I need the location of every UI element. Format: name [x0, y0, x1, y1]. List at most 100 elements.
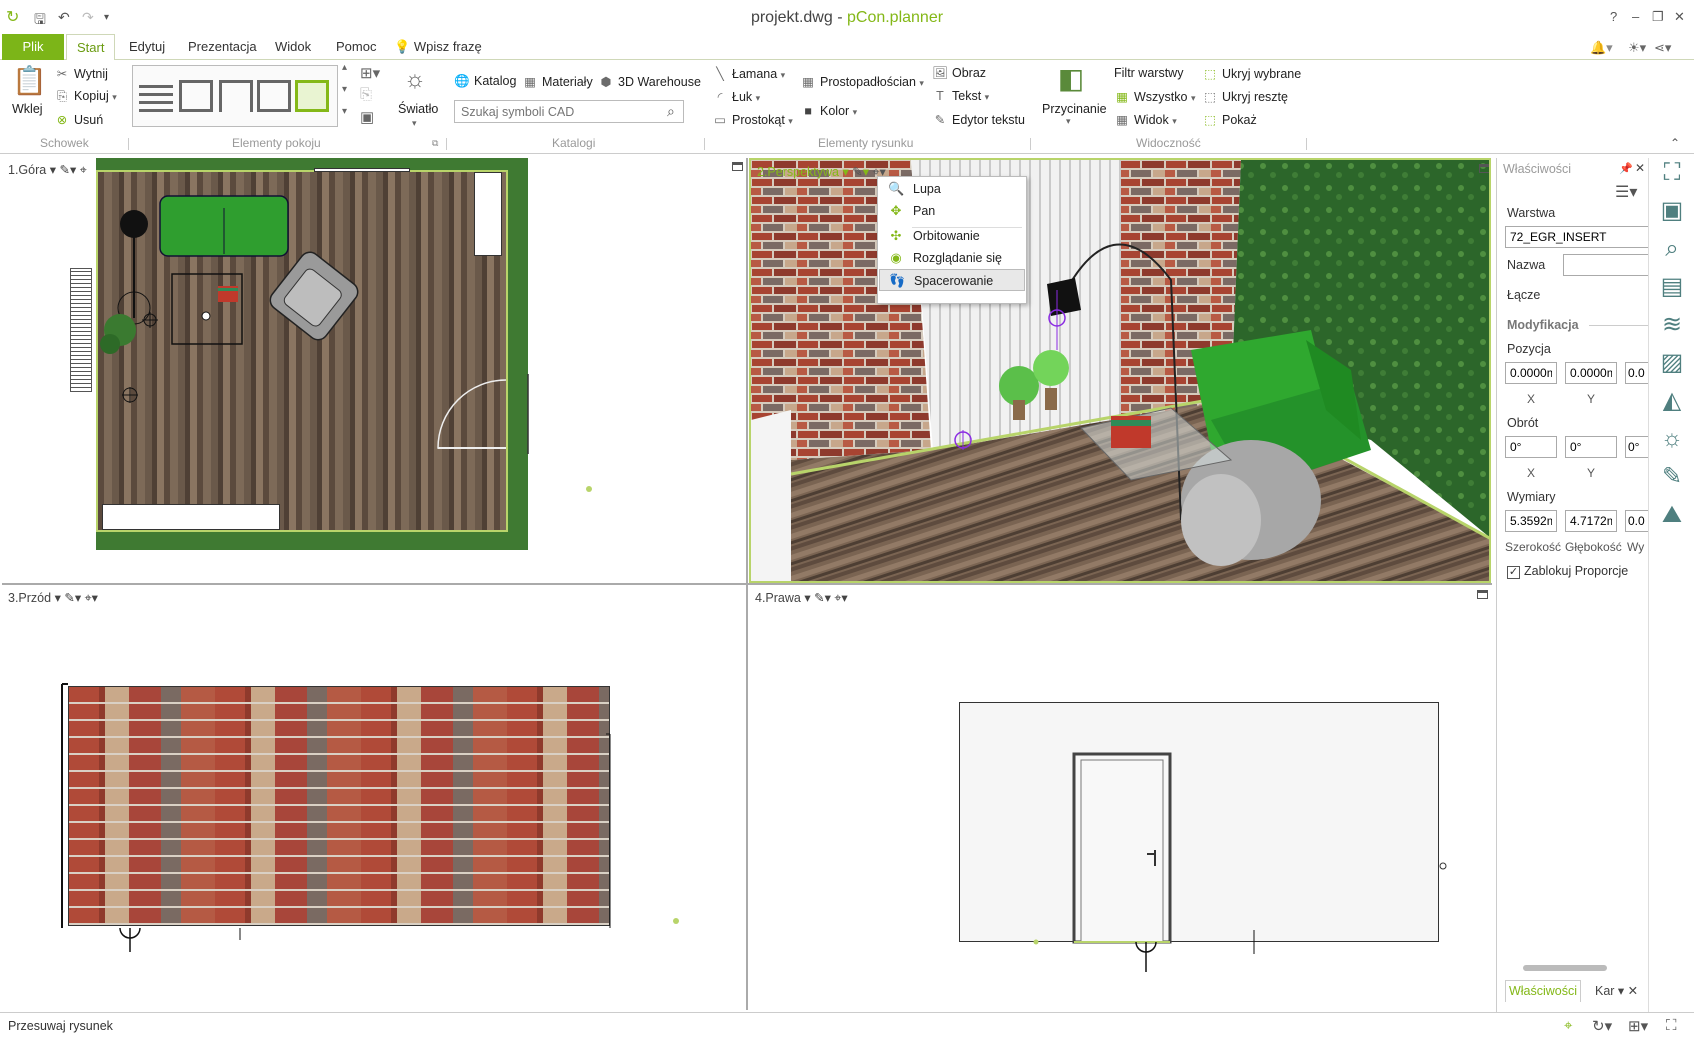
viewport-top[interactable]: 1.Góra ▾ ✎▾ ⌖: [2, 158, 746, 583]
wall-icon[interactable]: [139, 80, 173, 112]
clipping-button[interactable]: Przycinanie: [1042, 102, 1107, 116]
door-icon[interactable]: [219, 80, 253, 112]
close-button[interactable]: ✕: [1674, 9, 1685, 25]
tab-properties[interactable]: Właściwości: [1505, 980, 1581, 1002]
terrain-icon[interactable]: ◭: [1657, 386, 1687, 416]
layers-icon[interactable]: ≋: [1657, 310, 1687, 340]
fullscreen-icon[interactable]: ⛶: [1666, 1017, 1677, 1034]
tab-other[interactable]: Kar ▾ ✕: [1595, 983, 1638, 998]
text-editor-button[interactable]: ✎ Edytor tekstu: [932, 112, 1025, 127]
rectangle-button[interactable]: ▭ Prostokąt ▾: [712, 112, 793, 127]
floor-icon[interactable]: [295, 80, 329, 112]
viewport-right[interactable]: 4.Prawa ▾ ✎▾ ⌖▾: [749, 586, 1491, 1010]
copy-button[interactable]: ⎘ Kopiuj ▾: [54, 89, 117, 104]
group-icon[interactable]: ▣: [360, 108, 374, 126]
tab-start[interactable]: Start: [66, 34, 116, 61]
width-field[interactable]: [1505, 510, 1557, 532]
viewport-right-title[interactable]: 4.Prawa ▾ ✎▾ ⌖▾: [755, 590, 848, 606]
tab-help[interactable]: Pomoc: [326, 34, 386, 60]
insert-icon[interactable]: ⊞▾: [360, 64, 380, 82]
polyline-button[interactable]: ╲ Łamana ▾: [712, 66, 785, 81]
tab-presentation[interactable]: Prezentacja: [178, 34, 267, 60]
materials-button[interactable]: ▦ Materiały: [522, 74, 593, 89]
cuboid-button[interactable]: ▦ Prostopadłościan ▾: [800, 74, 924, 89]
show-button[interactable]: ⬚ Pokaż: [1202, 112, 1257, 127]
menu-item-pan[interactable]: ✥ Pan: [879, 200, 1025, 222]
viewport-splitter-horizontal[interactable]: [2, 583, 1492, 585]
pen-icon[interactable]: ✎: [852, 165, 862, 179]
viewport-top-title[interactable]: 1.Góra ▾ ✎▾ ⌖: [8, 162, 87, 178]
layer-field[interactable]: [1505, 226, 1649, 248]
tab-file[interactable]: Plik: [2, 34, 64, 60]
menu-item-orbit[interactable]: ✣ Orbitowanie: [879, 225, 1025, 247]
viewport-front[interactable]: 3.Przód ▾ ✎▾ ⌖▾: [2, 586, 746, 1010]
position-x-field[interactable]: [1505, 362, 1557, 384]
minimize-button[interactable]: –: [1632, 9, 1639, 24]
snap-icon[interactable]: ⌖: [1564, 1017, 1572, 1034]
gallery-down-icon[interactable]: ▾: [342, 84, 347, 95]
layout-icon[interactable]: ⊞▾: [1628, 1017, 1648, 1035]
paint-tool-icon[interactable]: ✎: [1657, 462, 1687, 492]
maximize-viewport-icon[interactable]: [1479, 164, 1489, 173]
lock-proportions-row[interactable]: ✓ Zablokuj Proporcje: [1507, 564, 1628, 579]
copy-element-icon[interactable]: ⎘: [360, 86, 372, 103]
name-field[interactable]: [1563, 254, 1649, 276]
paste-button[interactable]: Wklej: [12, 102, 43, 116]
light-button[interactable]: Światło: [398, 102, 438, 116]
tab-edit[interactable]: Edytuj: [119, 34, 175, 60]
navigation-icon[interactable]: ⌖: [85, 591, 92, 605]
window-icon[interactable]: [257, 80, 291, 112]
catalog-button[interactable]: 🌐 Katalog: [454, 74, 516, 89]
share-icon[interactable]: ⋖▾: [1654, 40, 1671, 56]
gallery-up-icon[interactable]: ▴: [342, 62, 347, 73]
room-elements-gallery[interactable]: [132, 65, 338, 127]
dialog-launcher-icon[interactable]: ⧉: [432, 138, 438, 149]
restore-button[interactable]: ❐: [1652, 9, 1664, 25]
maximize-viewport-icon[interactable]: [732, 162, 743, 171]
panel-close-icon[interactable]: ✕: [1635, 161, 1645, 175]
panel-scrollbar[interactable]: [1507, 964, 1643, 972]
help-button[interactable]: ?: [1610, 9, 1617, 24]
view-filter-button[interactable]: ▦ Widok ▾: [1114, 112, 1177, 127]
menu-item-look-around[interactable]: ◉ Rozglądanie się: [879, 247, 1025, 269]
pen-icon[interactable]: ✎: [64, 591, 74, 605]
cad-search-input[interactable]: [454, 100, 684, 123]
image-button[interactable]: 🖼 Obraz: [932, 66, 986, 81]
search-icon[interactable]: ⌕: [667, 103, 675, 120]
color-button[interactable]: ■ Kolor ▾: [800, 104, 857, 118]
rotation-y-field[interactable]: [1565, 436, 1617, 458]
text-button[interactable]: T Tekst ▾: [932, 89, 989, 103]
pen-icon[interactable]: ✎: [59, 163, 69, 177]
navigation-icon[interactable]: ⌖: [834, 591, 841, 605]
library-icon[interactable]: ▤: [1657, 272, 1687, 302]
gallery-expand-icon[interactable]: ▾: [342, 106, 347, 117]
rotation-x-field[interactable]: [1505, 436, 1557, 458]
viewport-perspective[interactable]: 2.Perspektywa ▾ ✎▾ ⌖▾: [749, 158, 1491, 583]
viewport-perspective-title[interactable]: 2.Perspektywa ▾ ✎▾ ⌖▾: [757, 164, 886, 180]
rotation-z-field[interactable]: [1625, 436, 1649, 458]
depth-field[interactable]: [1565, 510, 1617, 532]
notification-icon[interactable]: 🔔▾: [1590, 40, 1613, 56]
image-tool-icon[interactable]: ⛰: [1657, 500, 1687, 530]
navigation-icon[interactable]: ⌖: [80, 163, 87, 177]
lock-proportions-checkbox[interactable]: ✓: [1507, 566, 1520, 579]
hide-selected-button[interactable]: ⬚ Ukryj wybrane: [1202, 66, 1301, 81]
lighting-tool-icon[interactable]: ☼: [1657, 424, 1687, 454]
menu-item-walk[interactable]: 👣 Spacerowanie: [879, 269, 1025, 291]
room-icon[interactable]: [179, 80, 213, 112]
brightness-icon[interactable]: ☀▾: [1628, 40, 1646, 56]
catalog-search-icon[interactable]: ⌕: [1657, 234, 1687, 264]
clipboard-icon[interactable]: 📋: [12, 64, 47, 97]
clipping-icon[interactable]: ◧: [1056, 62, 1086, 95]
object-tool-icon[interactable]: ▣: [1657, 196, 1687, 226]
menu-item-magnifier[interactable]: 🔍 Lupa: [879, 178, 1025, 200]
delete-button[interactable]: ⊗ Usuń: [54, 112, 103, 127]
collapse-ribbon-icon[interactable]: ⌃: [1670, 136, 1680, 150]
rotate-icon[interactable]: ↻▾: [1592, 1017, 1612, 1035]
position-y-field[interactable]: [1565, 362, 1617, 384]
pen-icon[interactable]: ✎: [814, 591, 824, 605]
room-tool-icon[interactable]: ⛶: [1657, 158, 1687, 188]
arc-button[interactable]: ◜ Łuk ▾: [712, 89, 761, 104]
pin-icon[interactable]: 📌: [1619, 162, 1633, 175]
hide-rest-button[interactable]: ⬚ Ukryj resztę: [1202, 89, 1288, 104]
